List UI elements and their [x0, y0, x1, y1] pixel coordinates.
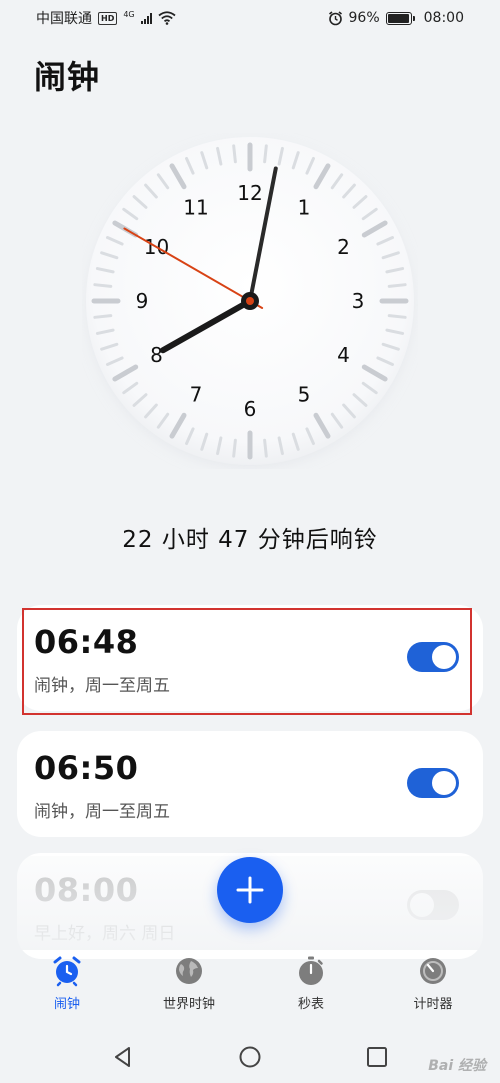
- minute-tick: [263, 438, 268, 458]
- battery-percent: 96%: [348, 10, 380, 26]
- system-nav-bar: [0, 1030, 500, 1083]
- toggle-knob: [432, 771, 456, 795]
- minute-tick: [232, 438, 237, 458]
- nav-label: 秒表: [297, 997, 324, 1012]
- signal-icon: [140, 12, 152, 24]
- minute-tick: [93, 314, 113, 319]
- nav-label: 世界时钟: [162, 997, 215, 1012]
- alarm-toggle[interactable]: [407, 768, 459, 798]
- clock-numeral: 9: [136, 289, 149, 313]
- toggle-knob: [410, 893, 434, 917]
- alarm-time: 06:48: [34, 623, 139, 661]
- alarm-toggle[interactable]: [407, 642, 459, 672]
- clock-numeral: 5: [298, 383, 311, 407]
- clock-numeral: 1: [298, 195, 311, 219]
- clock-numeral: 2: [337, 235, 350, 259]
- minute-tick: [232, 144, 237, 164]
- clock-numeral: 3: [352, 289, 365, 313]
- battery-icon: [385, 11, 415, 25]
- alarm-description: 早上好，周六 周日: [34, 924, 176, 944]
- nav-item-alarm[interactable]: 闹钟: [12, 955, 122, 1012]
- minute-tick: [387, 283, 407, 288]
- timer-icon: [420, 958, 446, 984]
- clock-numeral: 6: [244, 397, 257, 421]
- back-icon[interactable]: [111, 1045, 135, 1069]
- clock-numeral: 12: [237, 181, 262, 205]
- bottom-nav: 闹钟 世界时钟 秒表 计时器: [0, 955, 500, 1030]
- alarm-description: 闹钟，周一至周五: [34, 676, 170, 696]
- page-title: 闹钟: [34, 58, 101, 96]
- alarm-time: 06:50: [34, 749, 139, 787]
- alarm-toggle[interactable]: [407, 890, 459, 920]
- status-right: 96% 08:00: [328, 10, 464, 26]
- minute-tick: [93, 283, 113, 288]
- clock-numeral: 8: [150, 343, 163, 367]
- recent-apps-icon[interactable]: [365, 1045, 389, 1069]
- globe-icon: [176, 958, 202, 984]
- clock-numeral: 7: [190, 383, 203, 407]
- status-time: 08:00: [423, 10, 464, 26]
- watermark-text: Bai 经验: [428, 1058, 486, 1074]
- stopwatch-icon: [299, 956, 323, 985]
- alarm-description: 闹钟，周一至周五: [34, 802, 170, 822]
- next-alarm-countdown: 22 小时 47 分钟后响铃: [122, 527, 378, 553]
- alarm-item-1[interactable]: 06:48 闹钟，周一至周五: [17, 605, 483, 711]
- wifi-icon: [158, 11, 176, 25]
- nav-label: 闹钟: [53, 997, 80, 1012]
- minute-tick: [387, 314, 407, 319]
- alarm-status-icon: [328, 10, 342, 25]
- clock-face: 121234567891011: [86, 137, 414, 465]
- status-bar: 中国联通 HD 4G 96% 08:00: [0, 0, 500, 36]
- clock-center-dot: [246, 297, 254, 305]
- nav-item-timer[interactable]: 计时器: [378, 955, 488, 1012]
- clock-numeral: 11: [183, 195, 208, 219]
- nav-item-world-clock[interactable]: 世界时钟: [134, 955, 244, 1012]
- status-left: 中国联通 HD 4G: [36, 8, 176, 28]
- toggle-knob: [432, 645, 456, 669]
- network-type: 4G: [123, 10, 135, 19]
- plus-icon: [236, 876, 264, 904]
- add-alarm-button[interactable]: [217, 857, 283, 923]
- home-icon[interactable]: [238, 1045, 262, 1069]
- alarm-time: 08:00: [34, 871, 139, 909]
- nav-label: 计时器: [413, 997, 453, 1012]
- clock-numeral: 4: [337, 343, 350, 367]
- alarm-clock-icon: [53, 956, 81, 987]
- analog-clock: 121234567891011: [82, 133, 418, 469]
- minute-tick: [263, 144, 268, 164]
- hd-badge: HD: [98, 11, 118, 25]
- nav-item-stopwatch[interactable]: 秒表: [256, 955, 366, 1012]
- battery-fill: [387, 13, 409, 23]
- carrier-name: 中国联通: [36, 11, 92, 27]
- alarm-item-2[interactable]: 06:50 闹钟，周一至周五: [17, 731, 483, 837]
